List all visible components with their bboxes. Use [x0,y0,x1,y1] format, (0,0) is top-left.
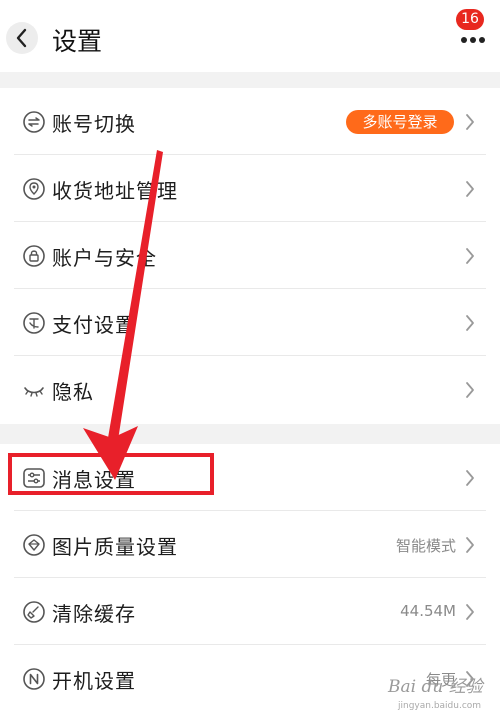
chevron-left-icon [16,28,27,48]
settings-item-label: 隐私 [52,380,94,404]
settings-item-value: 智能模式 [395,537,456,555]
settings-item-label: 收货地址管理 [52,179,178,203]
settings-item-value: 44.54M [400,602,456,620]
startup-icon [23,668,45,690]
settings-item-label: 开机设置 [52,669,136,693]
watermark-url: jingyan.baidu.com [398,701,482,711]
chevron-right-icon [466,181,474,197]
chevron-right-icon [466,537,474,553]
settings-item-label: 清除缓存 [52,602,136,626]
chevron-right-icon [466,315,474,331]
chevron-right-icon [466,470,474,486]
settings-group-account: 账号切换 收货地址管理 账户与安全 支付设置 隐私 [0,88,500,424]
settings-item-label: 图片质量设置 [52,535,178,559]
settings-item-label: 账户与安全 [52,246,157,270]
back-button[interactable] [6,22,38,54]
page-title: 设置 [52,27,103,56]
multi-account-login-tag[interactable]: 多账号登录 [346,110,454,134]
settings-item-label: 账号切换 [52,112,136,136]
settings-item-label: 支付设置 [52,313,136,337]
highlight-box [8,453,214,495]
image-quality-icon [23,534,45,556]
eye-closed-icon [24,387,44,397]
baidu-watermark: Bai du 经验 [388,677,483,697]
settings-item-address[interactable]: 收货地址管理 [0,155,500,222]
account-switch-icon [23,111,45,133]
chevron-right-icon [466,114,474,130]
settings-item-image-quality[interactable]: 图片质量设置 智能模式 [0,511,500,578]
settings-item-payment[interactable]: 支付设置 [0,289,500,356]
broom-icon [23,601,45,623]
more-icon[interactable] [458,34,488,46]
settings-item-privacy[interactable]: 隐私 [0,356,500,423]
chevron-right-icon [466,248,474,264]
top-bar: 设置 16 [0,0,500,72]
payment-icon [23,312,45,334]
chevron-right-icon [466,604,474,620]
lock-icon [23,245,45,267]
notification-badge: 16 [456,9,484,30]
settings-item-security[interactable]: 账户与安全 [0,222,500,289]
chevron-right-icon [466,382,474,398]
settings-item-clear-cache[interactable]: 清除缓存 44.54M [0,578,500,645]
location-pin-icon [23,178,45,200]
